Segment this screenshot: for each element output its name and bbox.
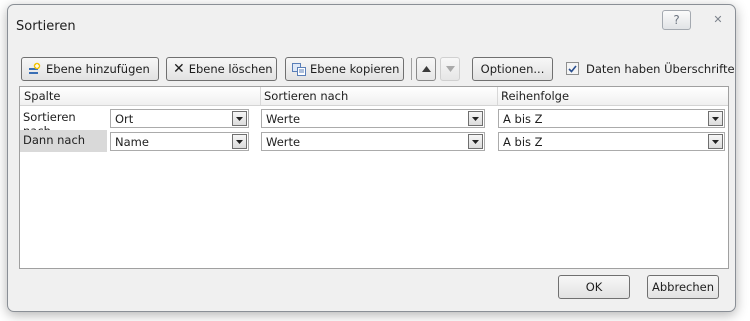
copy-icon [292, 62, 306, 76]
sort-levels-grid: Spalte Sortieren nach Reihenfolge Sortie… [19, 86, 729, 269]
row-label: Sortieren nach [23, 110, 76, 138]
copy-level-button[interactable]: Ebene kopieren [285, 57, 404, 81]
dropdown-arrow-icon[interactable] [232, 111, 247, 126]
copy-level-label: Ebene kopieren [310, 62, 400, 76]
add-level-button[interactable]: Ebene hinzufügen [21, 57, 159, 81]
sort-on-select[interactable]: Werte [261, 132, 485, 151]
sort-on-value: Werte [266, 135, 301, 149]
header-order: Reihenfolge [501, 89, 570, 103]
sort-on-select[interactable]: Werte [261, 109, 485, 128]
help-button[interactable]: ? [662, 10, 691, 30]
column-value: Name [115, 135, 149, 149]
title-bar: Sortieren ? ✕ [8, 5, 735, 49]
sort-level-row-selected[interactable]: Dann nach Name Werte A bis Z [20, 130, 728, 152]
arrow-down-icon [445, 66, 455, 72]
dropdown-arrow-icon[interactable] [708, 134, 723, 149]
header-sort-on: Sortieren nach [264, 89, 349, 103]
has-headers-label: Daten haben Überschriften [586, 62, 736, 76]
sort-dialog: Sortieren ? ✕ Ebene hinzufügen ✕ Ebene l [7, 4, 736, 312]
header-divider [497, 87, 498, 105]
order-select[interactable]: A bis Z [498, 109, 725, 128]
column-value: Ort [115, 112, 134, 126]
checkmark-icon [568, 64, 577, 73]
options-button[interactable]: Optionen... [472, 57, 553, 81]
order-value: A bis Z [503, 135, 543, 149]
add-level-icon [28, 62, 42, 76]
sort-level-row[interactable]: Sortieren nach Ort Werte A bis Z [20, 107, 728, 138]
header-divider [260, 87, 261, 105]
delete-level-button[interactable]: ✕ Ebene löschen [166, 57, 277, 81]
close-icon: ✕ [713, 12, 723, 26]
arrow-up-icon [421, 66, 431, 72]
ok-label: OK [585, 280, 603, 294]
dialog-title: Sortieren [16, 19, 76, 34]
dropdown-arrow-icon[interactable] [232, 134, 247, 149]
header-column: Spalte [24, 89, 61, 103]
dropdown-arrow-icon[interactable] [468, 111, 483, 126]
cancel-button[interactable]: Abbrechen [647, 275, 719, 299]
move-up-button[interactable] [416, 57, 436, 81]
help-icon: ? [673, 13, 680, 27]
ok-button[interactable]: OK [558, 275, 630, 299]
sort-on-value: Werte [266, 112, 301, 126]
grid-header: Spalte Sortieren nach Reihenfolge [20, 87, 728, 106]
move-down-button[interactable] [440, 57, 460, 81]
dropdown-arrow-icon[interactable] [708, 111, 723, 126]
has-headers-checkbox[interactable] [566, 62, 579, 75]
order-select[interactable]: A bis Z [498, 132, 725, 151]
close-button[interactable]: ✕ [701, 10, 735, 28]
row-label: Dann nach [20, 130, 107, 152]
cancel-label: Abbrechen [652, 280, 714, 294]
order-value: A bis Z [503, 112, 543, 126]
column-select[interactable]: Ort [110, 109, 249, 128]
add-level-label: Ebene hinzufügen [46, 62, 150, 76]
delete-icon: ✕ [173, 61, 185, 77]
options-label: Optionen... [480, 62, 545, 76]
delete-level-label: Ebene löschen [188, 62, 273, 76]
column-select[interactable]: Name [110, 132, 249, 151]
dropdown-arrow-icon[interactable] [468, 134, 483, 149]
toolbar-separator [411, 58, 412, 80]
